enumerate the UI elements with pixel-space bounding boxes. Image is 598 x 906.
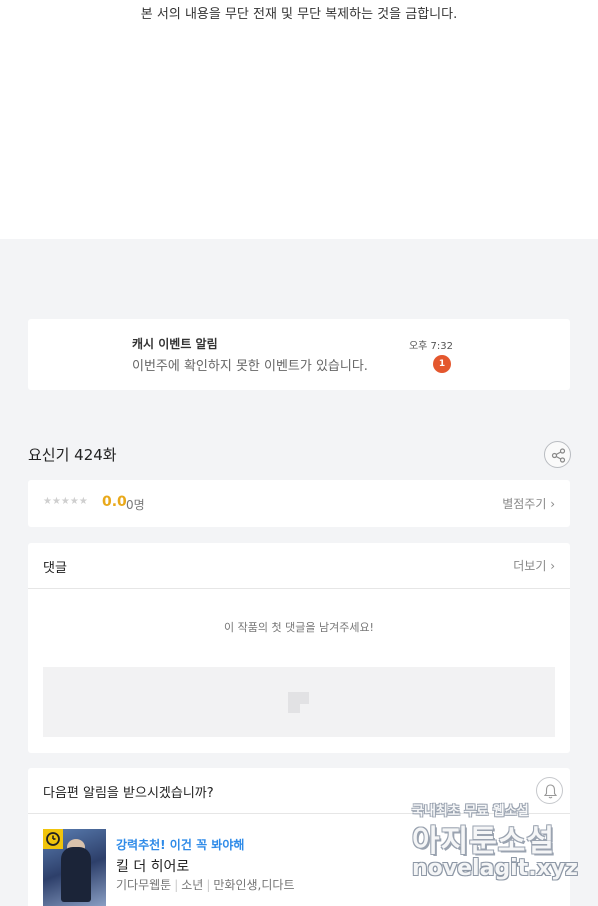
thumbnail-figure (61, 847, 91, 902)
recommendation-title[interactable]: 킬 더 히어로 (116, 856, 189, 876)
bell-icon (543, 784, 558, 799)
notification-title: 캐시 이벤트 알림 (132, 337, 218, 351)
clock-icon (46, 832, 60, 846)
next-episode-question: 다음편 알림을 받으시겠습니까? (43, 786, 214, 801)
rating-count: 0명 (126, 498, 145, 512)
wait-free-badge (43, 829, 63, 849)
notification-message: 이번주에 확인하지 못한 이벤트가 있습니다. (132, 359, 368, 374)
bell-button[interactable] (536, 777, 563, 804)
recommendation-meta: 기다무웹툰 | 소년 | 만화인생,디다트 (116, 876, 295, 893)
meta-separator: | (174, 878, 179, 892)
rating-card: ★★★★★ 0.0 0명 별점주기 › (28, 480, 570, 527)
comment-input-box[interactable] (43, 667, 555, 737)
rating-score: 0.0 (102, 494, 127, 510)
comments-header: 댓글 더보기 › (28, 543, 570, 589)
share-icon (551, 448, 566, 463)
meta-separator: | (206, 878, 211, 892)
comment-placeholder-icon (288, 692, 309, 713)
copyright-notice: 본 서의 내용을 무단 전재 및 무단 복제하는 것을 금합니다. (140, 7, 458, 22)
next-episode-card: 다음편 알림을 받으시겠습니까? 강력추천! 이건 꼭 봐야해 킬 더 히어로 … (28, 768, 570, 906)
episode-title: 요신기 424화 (28, 446, 117, 464)
recommendation-tags: 만화인생,디다트 (213, 878, 295, 892)
share-button[interactable] (544, 441, 571, 468)
recommendation-promo: 강력추천! 이건 꼭 봐야해 (116, 838, 245, 852)
notification-card[interactable]: 캐시 이벤트 알림 이번주에 확인하지 못한 이벤트가 있습니다. 오후 7:3… (28, 319, 570, 390)
comments-card: 댓글 더보기 › 이 작품의 첫 댓글을 남겨주세요! (28, 543, 570, 753)
comments-empty-text: 이 작품의 첫 댓글을 남겨주세요! (224, 621, 374, 634)
rate-button[interactable]: 별점주기 › (502, 495, 555, 512)
notification-time: 오후 7:32 (408, 341, 453, 352)
recommendation-genre: 소년 (181, 878, 204, 892)
next-episode-header: 다음편 알림을 받으시겠습니까? (28, 768, 570, 814)
comments-label: 댓글 (43, 561, 67, 576)
rating-stars: ★★★★★ (43, 496, 88, 507)
comments-more-link[interactable]: 더보기 › (513, 557, 555, 574)
recommendation-author: 기다무웹툰 (116, 878, 172, 892)
recommendation-thumbnail[interactable] (43, 829, 106, 906)
content-end-area: 본 서의 내용을 무단 전재 및 무단 복제하는 것을 금합니다. (0, 0, 598, 239)
notification-badge: 1 (433, 355, 451, 373)
